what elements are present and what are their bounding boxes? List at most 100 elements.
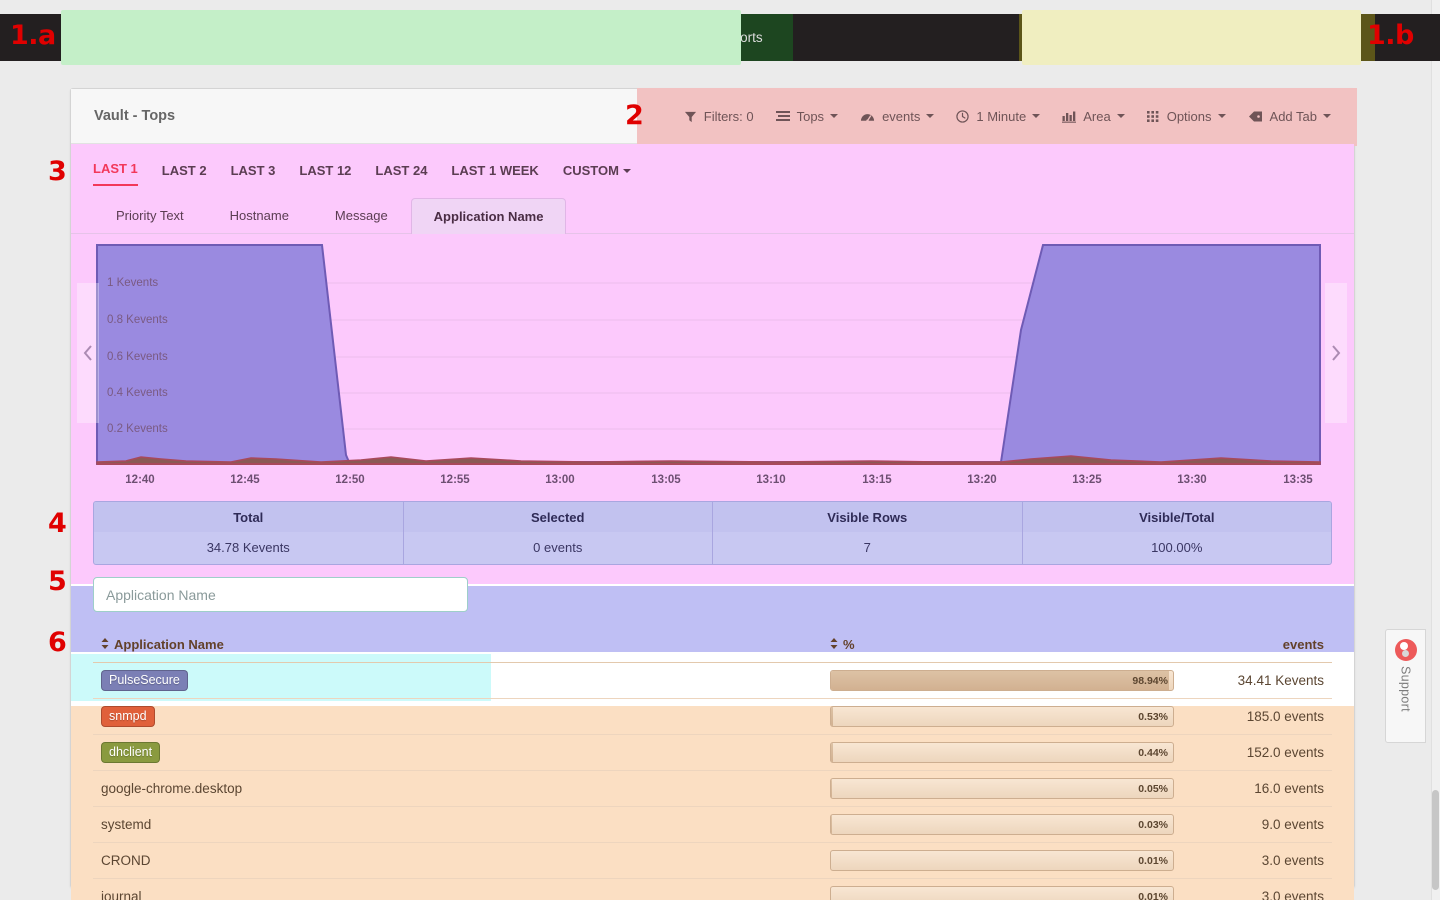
cell-application-name: journal	[93, 878, 822, 900]
brand-border: border	[133, 29, 180, 46]
percent-bar: 0.44%	[830, 742, 1174, 763]
time-tab-custom-label: CUSTOM	[562, 163, 619, 178]
toolbar-events[interactable]: events	[849, 109, 945, 124]
tab-message[interactable]: Message	[312, 197, 411, 233]
time-tab-last-24[interactable]: LAST 24	[375, 163, 427, 186]
gauge-icon	[860, 110, 875, 123]
chevron-down-icon	[926, 114, 935, 118]
chart-ytick-04: 0.4 Kevents	[107, 387, 168, 399]
toolbar-chart-type[interactable]: Area	[1051, 109, 1135, 124]
stat-visible-total: Visible/Total 100.00%	[1022, 502, 1331, 564]
table-row[interactable]: google-chrome.desktop 0.05% 16.0 events	[93, 770, 1332, 807]
nav-item-traffic[interactable]: Traffic	[287, 14, 352, 61]
chart-prev-button[interactable]	[77, 283, 99, 423]
page-scrollbar-thumb[interactable]	[1432, 790, 1439, 890]
application-badge[interactable]: dhclient	[101, 742, 161, 763]
toolbar-interval[interactable]: 1 Minute	[945, 109, 1051, 124]
percent-bar: 0.03%	[830, 814, 1174, 835]
brand-logo-group[interactable]: redborder	[85, 26, 180, 49]
time-tab-last-1-week[interactable]: LAST 1 WEEK	[451, 163, 538, 186]
chart-next-button[interactable]	[1325, 283, 1347, 423]
annotation-4: 4	[48, 508, 67, 539]
chart-xtick-6: 13:10	[756, 474, 785, 485]
nav-item-dashboard[interactable]: Dashboard	[193, 14, 287, 61]
cell-events: 185.0 events	[1182, 698, 1332, 735]
percent-bar-label: 0.03%	[1138, 819, 1168, 831]
chart-xtick-5: 13:05	[651, 474, 681, 485]
nav-item-mobility[interactable]: Mobility	[628, 14, 702, 61]
chevron-down-icon	[1032, 114, 1041, 118]
cell-percent: 0.01%	[822, 878, 1182, 900]
search-icon[interactable]	[1033, 14, 1080, 61]
nav-item-tools[interactable]: Tools	[1158, 14, 1230, 61]
user-avatar-icon[interactable]	[1335, 24, 1361, 51]
stat-visible-total-value: 100.00%	[1151, 540, 1203, 555]
application-badge[interactable]: PulseSecure	[101, 670, 188, 691]
chart-xtick-7: 13:15	[862, 474, 892, 485]
tab-hostname[interactable]: Hostname	[207, 197, 312, 233]
nav-item-reports[interactable]: Reports	[701, 14, 776, 61]
nav-item-monitor[interactable]: Monitor	[432, 14, 505, 61]
tab-application-name[interactable]: Application Name	[410, 198, 567, 234]
table-row[interactable]: dhclient 0.44% 152.0 events	[93, 734, 1332, 771]
search-input[interactable]	[93, 577, 468, 612]
tab-priority-text[interactable]: Priority Text	[93, 197, 207, 233]
time-tab-custom[interactable]: CUSTOM	[563, 163, 631, 186]
table-row[interactable]: systemd 0.03% 9.0 events	[93, 806, 1332, 843]
stat-selected: Selected 0 events	[403, 502, 713, 564]
chevron-down-icon	[1207, 35, 1216, 40]
column-header-percent[interactable]: %	[822, 631, 1182, 663]
tops-table: Application Name % events PulseSecure 98.…	[93, 631, 1332, 900]
events-area-chart: 1 Kevents 0.8 Kevents 0.6 Kevents 0.4 Ke…	[71, 235, 1354, 485]
table-row[interactable]: snmpd 0.53% 185.0 events	[93, 698, 1332, 735]
stat-total: Total 34.78 Kevents	[94, 502, 404, 564]
toolbar-chart-type-label: Area	[1083, 109, 1111, 124]
chart-xtick-9: 13:25	[1072, 474, 1102, 485]
time-tab-last-12[interactable]: LAST 12	[299, 163, 351, 186]
time-tab-last-1[interactable]: LAST 1	[93, 161, 138, 186]
redborder-logo-icon	[85, 26, 107, 49]
nav-item-social[interactable]: Social	[505, 14, 570, 61]
toolbar-filters[interactable]: Filters: 0	[673, 109, 765, 124]
time-tab-last-3[interactable]: LAST 3	[231, 163, 276, 186]
table-row[interactable]: journal 0.01% 3.0 events	[93, 878, 1332, 900]
nav-item-sensors[interactable]: Sensors	[1080, 14, 1158, 61]
sort-icon	[101, 637, 109, 652]
filter-funnel-icon	[684, 110, 697, 123]
cell-application-name: PulseSecure	[93, 662, 822, 699]
field-tabs: Priority Text Hostname Message Applicati…	[71, 194, 1354, 234]
percent-bar-label: 0.01%	[1138, 855, 1168, 867]
cell-percent: 0.05%	[822, 770, 1182, 807]
navbar-secondary-group: Sensors Tools Administrator	[1019, 14, 1375, 61]
bar-chart-icon	[1062, 110, 1077, 123]
percent-bar: 0.01%	[830, 850, 1174, 871]
toolbar-add-tab[interactable]: Add Tab	[1237, 109, 1342, 124]
table-row[interactable]: PulseSecure 98.94% 34.41 Kevents	[93, 662, 1332, 699]
application-badge[interactable]: snmpd	[101, 706, 155, 727]
support-tab[interactable]: Support	[1385, 629, 1426, 743]
percent-bar-label: 98.94%	[1132, 675, 1168, 687]
table-row[interactable]: CROND 0.01% 3.0 events	[93, 842, 1332, 879]
chart-xtick-0: 12:40	[125, 474, 154, 485]
stat-selected-header: Selected	[403, 502, 712, 532]
top-navbar: redborder Dashboard Traffic Intrusion Mo…	[0, 14, 1440, 61]
brand-red: red	[112, 29, 134, 46]
column-header-application-name[interactable]: Application Name	[93, 631, 822, 663]
nav-item-administrator[interactable]: Administrator	[1229, 14, 1331, 61]
stat-selected-value: 0 events	[533, 540, 583, 555]
cell-application-name: systemd	[93, 806, 822, 843]
column-header-application-name-label: Application Name	[114, 637, 224, 652]
chevron-left-icon	[83, 345, 92, 361]
time-tab-last-2[interactable]: LAST 2	[162, 163, 207, 186]
page-scrollbar[interactable]	[1431, 0, 1440, 900]
chevron-down-icon	[622, 169, 631, 174]
toolbar-options[interactable]: Options	[1136, 109, 1237, 124]
nav-item-intrusion[interactable]: Intrusion	[352, 14, 432, 61]
nav-item-vault[interactable]: Vault	[570, 14, 628, 61]
stats-summary-bar: Total 34.78 Kevents Selected 0 events Vi…	[93, 501, 1332, 565]
percent-bar-label: 0.44%	[1138, 747, 1168, 759]
toolbar-tops[interactable]: Tops	[765, 109, 849, 124]
screen-root: redborder Dashboard Traffic Intrusion Mo…	[0, 0, 1440, 900]
cell-application-name: google-chrome.desktop	[93, 770, 822, 807]
toolbar-events-label: events	[882, 109, 921, 124]
